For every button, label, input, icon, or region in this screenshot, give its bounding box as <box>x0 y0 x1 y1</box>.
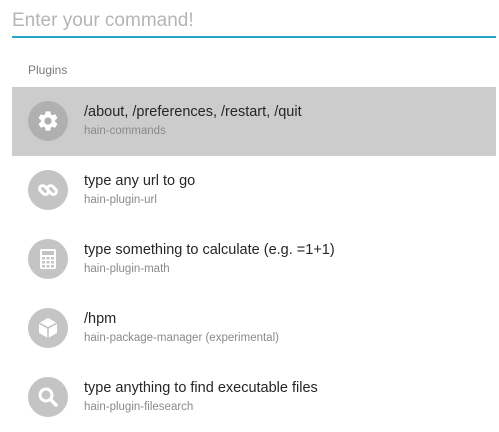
link-icon <box>28 170 68 210</box>
result-subtitle: hain-plugin-filesearch <box>84 401 194 413</box>
result-title: type anything to find executable files <box>84 380 318 396</box>
result-title: /hpm <box>84 311 117 327</box>
section-header-plugins: Plugins <box>28 63 68 77</box>
result-title: type any url to go <box>84 173 196 189</box>
result-item-hain-commands[interactable]: /about, /preferences, /restart, /quit ha… <box>12 87 496 156</box>
package-icon <box>28 308 68 348</box>
result-title: /about, /preferences, /restart, /quit <box>84 104 302 120</box>
result-subtitle: hain-package-manager (experimental) <box>84 332 279 344</box>
result-subtitle: hain-plugin-url <box>84 194 157 206</box>
result-title: type something to calculate (e.g. =1+1) <box>84 242 335 258</box>
result-list: /about, /preferences, /restart, /quit ha… <box>12 87 496 432</box>
gear-icon <box>28 101 68 141</box>
result-subtitle: hain-plugin-math <box>84 263 170 275</box>
result-item-hain-plugin-url[interactable]: type any url to go hain-plugin-url <box>12 156 496 225</box>
result-item-hain-plugin-math[interactable]: type something to calculate (e.g. =1+1) … <box>12 225 496 294</box>
search-icon <box>28 377 68 417</box>
calculator-icon <box>28 239 68 279</box>
command-input[interactable] <box>12 6 496 36</box>
result-subtitle: hain-commands <box>84 125 166 137</box>
command-search-bar[interactable] <box>12 6 496 38</box>
result-item-hain-package-manager[interactable]: /hpm hain-package-manager (experimental) <box>12 294 496 363</box>
